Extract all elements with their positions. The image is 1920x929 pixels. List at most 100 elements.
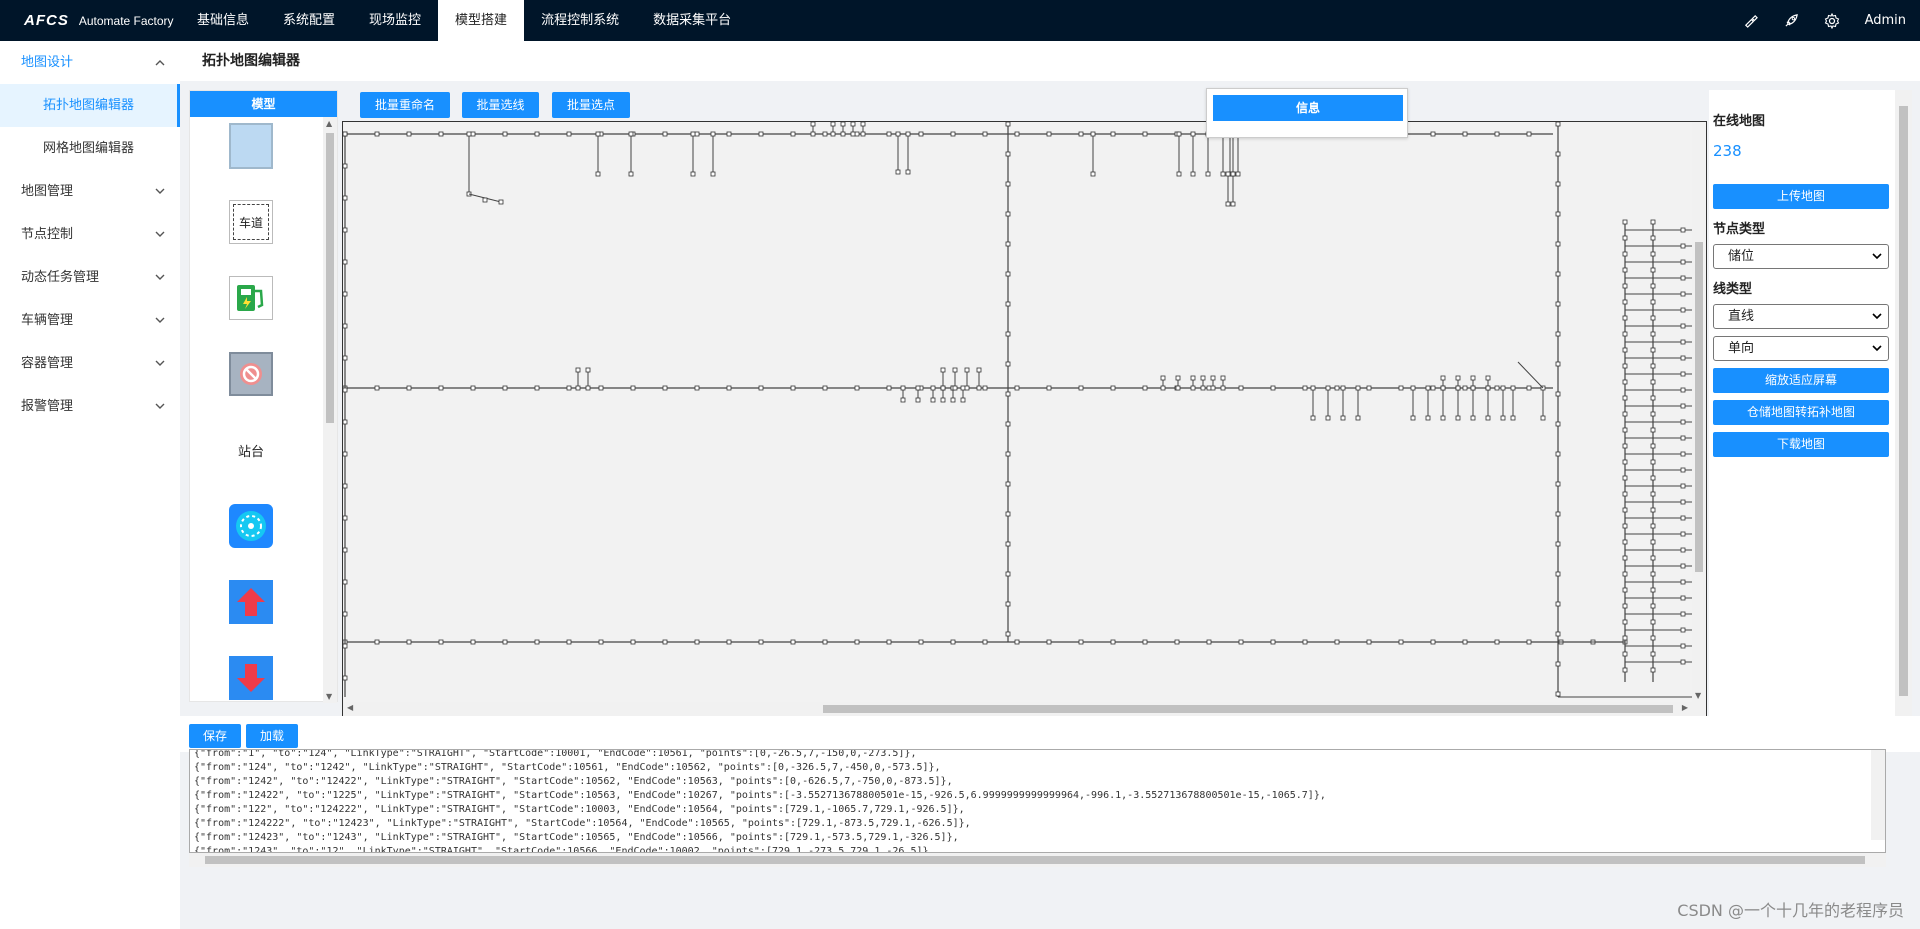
sidebar-group[interactable]: 地图管理 [0, 170, 180, 213]
editor-scroll-thumb[interactable] [1899, 106, 1908, 696]
sidebar-group[interactable]: 车辆管理 [0, 299, 180, 342]
nav-tab[interactable]: 数据采集平台 [636, 0, 748, 41]
nav-tab[interactable]: 基础信息 [180, 0, 266, 41]
json-horizontal-scroll-thumb[interactable] [205, 856, 1865, 864]
map-node [1014, 639, 1020, 645]
convert-map-button[interactable]: 仓储地图转拓补地图 [1713, 400, 1889, 425]
map-node [1555, 691, 1561, 697]
map-node [790, 639, 796, 645]
map-node [1650, 523, 1656, 529]
map-vertical-scrollbar[interactable]: ▼ [1692, 122, 1706, 702]
map-node [1510, 385, 1516, 391]
save-button[interactable]: 保存 [189, 724, 241, 748]
nav-tab[interactable]: 模型搭建 [438, 0, 525, 41]
info-panel-title[interactable]: 信息 [1213, 95, 1403, 121]
chevron-down-icon [155, 256, 165, 299]
sidebar-group[interactable]: 地图设计 [0, 41, 180, 84]
batch-rename-button[interactable]: 批量重命名 [360, 92, 450, 118]
map-node [1650, 443, 1656, 449]
forbidden-zone-model[interactable] [228, 351, 274, 397]
rotation-point-model[interactable] [228, 503, 274, 549]
map-node [1555, 631, 1561, 637]
station-model[interactable]: 站台 [228, 427, 274, 473]
map-horizontal-scroll-thumb[interactable] [823, 705, 1673, 713]
arrow-up-model[interactable] [228, 579, 274, 625]
map-node [1005, 481, 1011, 487]
map-node [982, 131, 988, 137]
brush-icon[interactable] [1742, 12, 1759, 29]
map-node [343, 227, 348, 233]
load-button[interactable]: 加载 [246, 724, 298, 748]
map-node [1014, 131, 1020, 137]
storage-block-model[interactable] [228, 123, 274, 169]
map-node [1622, 315, 1628, 321]
model-list-scrollbar[interactable]: ▲ ▼ [323, 117, 337, 703]
lane-model[interactable]: 车道 [228, 199, 274, 245]
charging-station-model[interactable] [228, 275, 274, 321]
json-vertical-scrollbar[interactable] [1871, 750, 1885, 840]
main-nav: 基础信息 系统配置 现场监控 模型搭建 流程控制系统 数据采集平台 [180, 0, 748, 41]
batch-select-lines-button[interactable]: 批量选线 [462, 92, 539, 118]
sidebar-subitem[interactable]: 拓扑地图编辑器 [0, 84, 180, 127]
map-node [1555, 301, 1561, 307]
arrow-down-model[interactable] [228, 655, 274, 701]
sidebar-group[interactable]: 报警管理 [0, 385, 180, 428]
model-list-scroll-thumb[interactable] [326, 133, 334, 423]
json-horizontal-scrollbar[interactable] [189, 853, 1886, 867]
map-canvas[interactable]: ▼ ◀ ▶ [342, 121, 1707, 717]
nav-tab[interactable]: 现场监控 [352, 0, 438, 41]
batch-select-points-button[interactable]: 批量选点 [552, 92, 630, 118]
sidebar-group[interactable]: 节点控制 [0, 213, 180, 256]
map-node [854, 131, 860, 137]
upload-map-button[interactable]: 上传地图 [1713, 184, 1889, 209]
map-node [566, 385, 572, 391]
sidebar-subitem[interactable]: 网格地图编辑器 [0, 127, 180, 170]
map-node [1455, 385, 1461, 391]
editor-vertical-scrollbar[interactable] [1895, 90, 1912, 716]
gear-icon[interactable] [1824, 12, 1841, 29]
map-node [1310, 385, 1316, 391]
line-type-select[interactable]: 直线 [1713, 304, 1889, 329]
map-node [1500, 415, 1506, 421]
map-vertical-scroll-thumb[interactable] [1695, 242, 1703, 572]
map-node [854, 385, 860, 391]
user-menu[interactable]: Admin [1865, 13, 1906, 28]
map-link [1517, 361, 1544, 389]
map-node [1622, 619, 1628, 625]
rocket-icon[interactable] [1783, 12, 1800, 29]
map-node [960, 385, 966, 391]
nav-tab[interactable]: 流程控制系统 [524, 0, 636, 41]
map-node [1046, 385, 1052, 391]
online-map-value: 238 [1713, 142, 1742, 160]
map-node [1650, 411, 1656, 417]
node-type-select[interactable]: 储位 [1713, 244, 1889, 269]
map-node [1555, 571, 1561, 577]
map-node [900, 397, 906, 403]
download-map-button[interactable]: 下载地图 [1713, 432, 1889, 457]
map-node [1366, 639, 1372, 645]
map-node [1622, 379, 1628, 385]
map-node [1622, 587, 1628, 593]
logo[interactable]: AFCS Automate Factory [24, 0, 174, 41]
map-node [502, 131, 508, 137]
map-node [1555, 451, 1561, 457]
map-node [598, 639, 604, 645]
sidebar-group[interactable]: 容器管理 [0, 342, 180, 385]
map-node [1014, 385, 1020, 391]
nav-tab[interactable]: 系统配置 [266, 0, 352, 41]
map-json-textarea[interactable]: {"from":"1", "to":"124", "LinkType":"STR… [189, 749, 1886, 853]
topology-map[interactable] [343, 122, 1693, 702]
map-node [1680, 355, 1686, 361]
map-node [1622, 635, 1628, 641]
direction-select[interactable]: 单向 [1713, 336, 1889, 361]
sidebar-group[interactable]: 动态任务管理 [0, 256, 180, 299]
map-node [1142, 385, 1148, 391]
fit-screen-button[interactable]: 缩放适应屏幕 [1713, 368, 1889, 393]
map-node [950, 397, 956, 403]
map-node [1680, 643, 1686, 649]
chevron-down-icon [1872, 305, 1882, 328]
map-node [374, 385, 380, 391]
map-node [1622, 475, 1628, 481]
map-node [952, 367, 958, 373]
map-horizontal-scrollbar[interactable]: ◀ ▶ [343, 702, 1706, 716]
